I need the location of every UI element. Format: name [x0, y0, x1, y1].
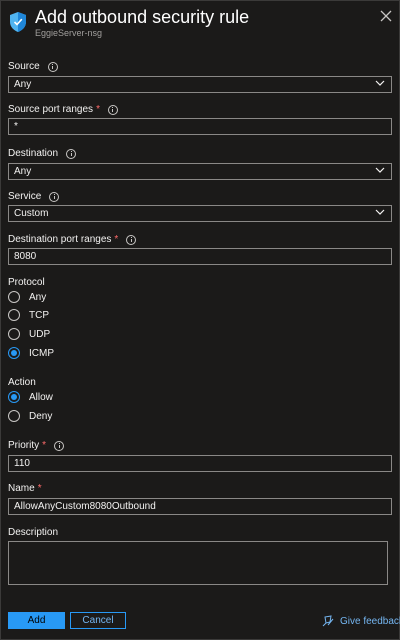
name-label: Name	[8, 483, 35, 494]
panel-title: Add outbound security rule	[35, 7, 250, 27]
required-marker: *	[96, 104, 100, 115]
source-port-label-row: Source port ranges *	[8, 104, 118, 115]
source-dropdown[interactable]: Any	[8, 76, 392, 93]
add-button[interactable]: Add	[8, 612, 65, 629]
destination-label: Destination	[8, 148, 59, 159]
action-option-label: Allow	[29, 391, 53, 403]
protocol-option-udp[interactable]: UDP	[8, 328, 50, 340]
service-label-row: Service	[8, 191, 60, 202]
close-icon[interactable]	[377, 7, 395, 25]
shield-icon	[10, 12, 26, 32]
source-port-value: *	[14, 121, 18, 132]
info-icon[interactable]	[126, 234, 137, 245]
priority-input[interactable]: 110	[8, 455, 392, 472]
protocol-option-any[interactable]: Any	[8, 291, 46, 303]
cancel-button[interactable]: Cancel	[70, 612, 126, 629]
radio-button[interactable]	[8, 291, 20, 303]
action-option-allow[interactable]: Allow	[8, 391, 53, 403]
destination-label-row: Destination	[8, 148, 77, 159]
chevron-down-icon	[375, 167, 385, 173]
info-icon[interactable]	[66, 148, 77, 159]
radio-button[interactable]	[8, 328, 20, 340]
feedback-icon	[322, 615, 334, 627]
security-rule-panel: Add outbound security rule EggieServer-n…	[0, 0, 400, 640]
info-icon[interactable]	[49, 191, 60, 202]
protocol-label: Protocol	[8, 277, 45, 288]
protocol-option-label: TCP	[29, 309, 49, 321]
source-port-label: Source port ranges	[8, 104, 94, 115]
protocol-option-label: ICMP	[29, 347, 54, 359]
service-label: Service	[8, 191, 42, 202]
info-icon[interactable]	[107, 104, 118, 115]
radio-button[interactable]	[8, 410, 20, 422]
service-dropdown[interactable]: Custom	[8, 205, 392, 222]
action-label: Action	[8, 377, 36, 388]
info-icon[interactable]	[54, 440, 65, 451]
chevron-down-icon	[375, 80, 385, 86]
destination-dropdown[interactable]: Any	[8, 163, 392, 180]
required-marker: *	[42, 440, 47, 451]
destination-port-input[interactable]: 8080	[8, 248, 392, 265]
protocol-option-icmp[interactable]: ICMP	[8, 347, 54, 359]
service-value: Custom	[14, 208, 49, 219]
source-value: Any	[14, 79, 32, 90]
chevron-down-icon	[375, 209, 385, 215]
required-marker: *	[37, 483, 42, 494]
radio-button-selected[interactable]	[8, 347, 20, 359]
radio-button-selected[interactable]	[8, 391, 20, 403]
source-port-input[interactable]: *	[8, 118, 392, 135]
protocol-option-label: UDP	[29, 328, 51, 340]
destination-value: Any	[14, 166, 32, 177]
source-label: Source	[8, 61, 40, 72]
destination-port-value: 8080	[14, 251, 37, 262]
action-option-label: Deny	[29, 410, 53, 422]
source-label-row: Source	[8, 61, 58, 72]
priority-value: 110	[14, 458, 30, 469]
name-input[interactable]: AllowAnyCustom8080Outbound	[8, 498, 392, 515]
give-feedback-link[interactable]: Give feedback	[322, 615, 400, 627]
destination-port-label: Destination port ranges	[8, 234, 112, 245]
description-label: Description	[8, 527, 59, 538]
destination-port-label-row: Destination port ranges *	[8, 234, 137, 245]
required-marker: *	[114, 234, 119, 245]
name-label-row: Name *	[8, 483, 42, 494]
protocol-option-tcp[interactable]: TCP	[8, 309, 49, 321]
info-icon[interactable]	[47, 61, 58, 72]
description-textarea[interactable]	[8, 541, 388, 585]
priority-label: Priority	[8, 440, 40, 451]
panel-subtitle: EggieServer-nsg	[35, 28, 103, 38]
name-value: AllowAnyCustom8080Outbound	[14, 501, 156, 512]
protocol-option-label: Any	[29, 291, 47, 303]
radio-button[interactable]	[8, 309, 20, 321]
give-feedback-label: Give feedback	[340, 615, 400, 627]
priority-label-row: Priority *	[8, 440, 65, 451]
action-option-deny[interactable]: Deny	[8, 410, 52, 422]
